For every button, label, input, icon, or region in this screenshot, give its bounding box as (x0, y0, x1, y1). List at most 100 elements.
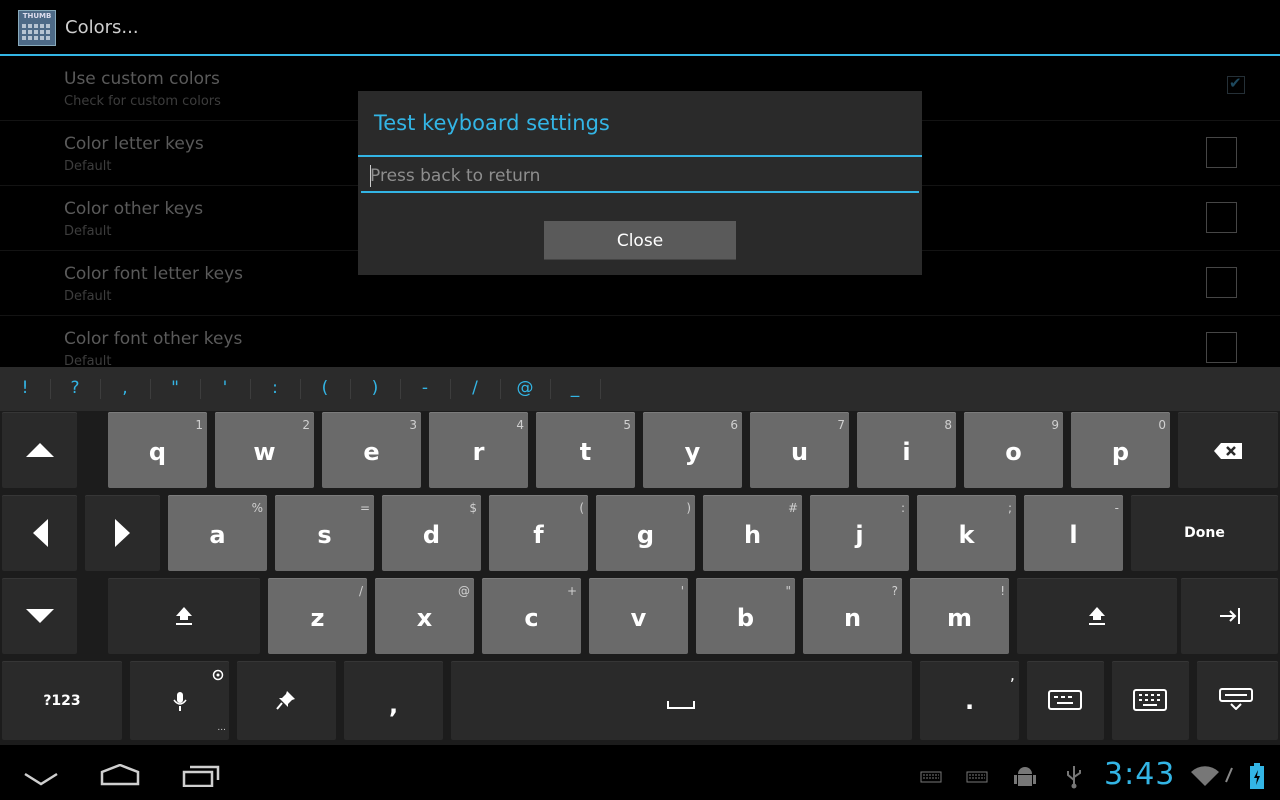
key-label: u (790, 438, 809, 466)
shift-right-key[interactable] (1017, 578, 1177, 654)
done-key[interactable]: Done (1131, 495, 1278, 571)
key-v[interactable]: ' v (589, 578, 688, 654)
close-button[interactable]: Close (544, 221, 736, 260)
symbol-key[interactable]: : (251, 378, 299, 398)
system-bar: 3:43 (0, 745, 1280, 800)
battery-icon (1250, 763, 1264, 789)
key-y[interactable]: 6y (643, 412, 742, 488)
key-e[interactable]: 3e (322, 412, 421, 488)
key-label: q (148, 438, 167, 466)
key-hint: ? (891, 584, 898, 598)
symbol-key[interactable]: - (401, 378, 449, 398)
pin-key[interactable] (237, 661, 336, 740)
symbol-key[interactable]: ) (351, 378, 399, 398)
key-hint: + (566, 584, 577, 598)
key-label: b (736, 604, 755, 632)
period-key[interactable]: , . (920, 661, 1019, 740)
key-p[interactable]: 0p (1071, 412, 1170, 488)
airplane-or-signal-icon (1225, 767, 1233, 783)
key-l[interactable]: -l (1024, 495, 1123, 571)
app-icon[interactable]: THUMB (18, 10, 56, 46)
right-arrow-icon (115, 519, 130, 547)
backspace-icon (1214, 443, 1242, 459)
app-icon-label: THUMB (22, 12, 52, 20)
symbol-key[interactable]: ? (51, 378, 99, 398)
back-icon[interactable] (24, 772, 58, 786)
key-f[interactable]: (f (489, 495, 588, 571)
numbers-key[interactable]: ?123 (2, 661, 122, 740)
home-icon[interactable] (100, 764, 140, 786)
voice-input-key[interactable]: ... (130, 661, 229, 740)
key-label: . (964, 687, 975, 715)
key-label: e (363, 438, 380, 466)
key-a[interactable]: % a (168, 495, 267, 571)
key-label: m (946, 604, 972, 632)
key-m[interactable]: ! m (910, 578, 1009, 654)
keyboard-icon (966, 771, 988, 783)
symbol-key[interactable]: ! (1, 378, 49, 398)
key-label: d (422, 521, 441, 549)
key-x[interactable]: @ x (375, 578, 474, 654)
key-b[interactable]: " b (696, 578, 795, 654)
symbol-key[interactable]: ' (201, 378, 249, 398)
key-label: r (472, 438, 485, 466)
recents-icon[interactable] (182, 765, 220, 787)
shift-left-key[interactable] (108, 578, 260, 654)
key-label: p (1111, 438, 1130, 466)
keyboard-switch-key[interactable] (1112, 661, 1189, 740)
key-t[interactable]: 5t (536, 412, 635, 488)
symbol-key[interactable]: @ (501, 378, 549, 398)
key-label: g (636, 521, 655, 549)
divider (600, 379, 601, 399)
done-label: Done (1184, 525, 1225, 541)
key-u[interactable]: 7u (750, 412, 849, 488)
keyboard-grid-icon (22, 22, 52, 42)
symbol-key[interactable]: , (101, 378, 149, 398)
test-input[interactable] (361, 161, 919, 193)
key-hint: 8 (944, 418, 952, 432)
key-r[interactable]: 4r (429, 412, 528, 488)
key-z[interactable]: / z (268, 578, 367, 654)
key-i[interactable]: 8i (857, 412, 956, 488)
key-g[interactable]: ) g (596, 495, 695, 571)
key-h[interactable]: # h (703, 495, 802, 571)
key-hint: $ (469, 501, 477, 515)
key-w[interactable]: 2w (215, 412, 314, 488)
cursor-right-key[interactable] (85, 495, 160, 571)
key-d[interactable]: $ d (382, 495, 481, 571)
symbol-key[interactable]: ( (301, 378, 349, 398)
key-label: v (630, 604, 647, 632)
key-s[interactable]: = s (275, 495, 374, 571)
shift-icon (1089, 607, 1105, 625)
cursor-up-key[interactable] (2, 412, 77, 488)
comma-key[interactable]: , (344, 661, 443, 740)
key-hint: 4 (516, 418, 524, 432)
key-label: x (416, 604, 433, 632)
key-j[interactable]: :j (810, 495, 909, 571)
down-arrow-icon (26, 609, 54, 623)
key-o[interactable]: 9o (964, 412, 1063, 488)
key-n[interactable]: ? n (803, 578, 902, 654)
cursor-left-key[interactable] (2, 495, 77, 571)
key-k[interactable]: ; k (917, 495, 1016, 571)
tab-key[interactable] (1181, 578, 1278, 654)
symbol-key[interactable]: " (151, 378, 199, 398)
space-key[interactable] (451, 661, 912, 740)
android-debug-icon (1014, 767, 1036, 786)
key-c[interactable]: + c (482, 578, 581, 654)
hide-keyboard-key[interactable] (1197, 661, 1278, 740)
key-q[interactable]: 1q (108, 412, 207, 488)
key-hint: : (900, 501, 905, 515)
cursor-down-key[interactable] (2, 578, 77, 654)
key-label: j (855, 521, 864, 549)
symbol-key[interactable]: / (451, 378, 499, 398)
key-hint: ) (686, 501, 691, 515)
dialog-title-divider (358, 155, 922, 157)
key-hint: 3 (409, 418, 417, 432)
keyboard-icon (1133, 689, 1167, 711)
backspace-key[interactable] (1178, 412, 1278, 488)
keyboard-layout-key[interactable] (1027, 661, 1104, 740)
key-hint: / (358, 584, 363, 598)
key-hint: # (787, 501, 798, 515)
symbol-key[interactable]: _ (551, 378, 599, 398)
